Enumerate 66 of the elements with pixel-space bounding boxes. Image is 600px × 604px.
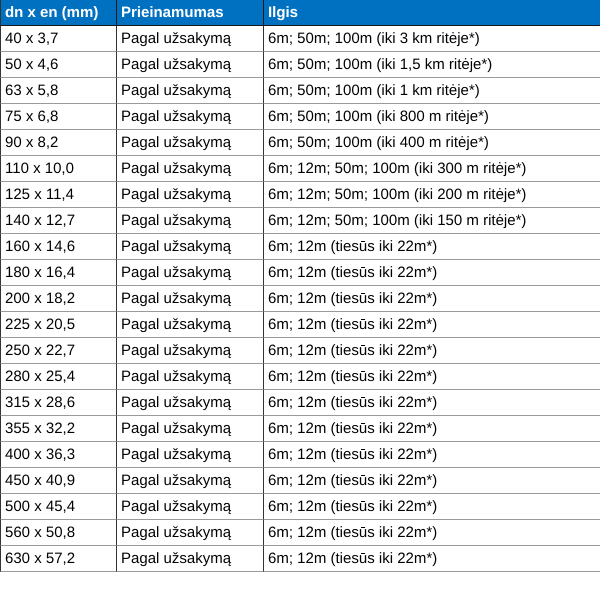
table-cell: 6m; 50m; 100m (iki 800 m ritėje*) bbox=[264, 104, 600, 130]
table-cell: Pagal užsakymą bbox=[117, 338, 264, 364]
table-cell: Pagal užsakymą bbox=[117, 442, 264, 468]
table-cell: 6m; 12m (tiesūs iki 22m*) bbox=[264, 442, 600, 468]
table-cell: 6m; 12m (tiesūs iki 22m*) bbox=[264, 416, 600, 442]
table-cell: 6m; 50m; 100m (iki 3 km ritėje*) bbox=[264, 26, 600, 52]
column-header: Prieinamumas bbox=[117, 0, 264, 26]
table-cell: 6m; 12m (tiesūs iki 22m*) bbox=[264, 286, 600, 312]
table-cell: Pagal užsakymą bbox=[117, 416, 264, 442]
table-cell: 6m; 12m (tiesūs iki 22m*) bbox=[264, 234, 600, 260]
table-cell: Pagal užsakymą bbox=[117, 234, 264, 260]
table-cell: 6m; 50m; 100m (iki 1 km ritėje*) bbox=[264, 78, 600, 104]
table-cell: 6m; 12m (tiesūs iki 22m*) bbox=[264, 312, 600, 338]
table-cell: Pagal užsakymą bbox=[117, 260, 264, 286]
table-cell: 140 x 12,7 bbox=[0, 208, 117, 234]
table-cell: 6m; 50m; 100m (iki 1,5 km ritėje*) bbox=[264, 52, 600, 78]
table-cell: 450 x 40,9 bbox=[0, 468, 117, 494]
table-cell: Pagal užsakymą bbox=[117, 52, 264, 78]
table-cell: 6m; 12m (tiesūs iki 22m*) bbox=[264, 260, 600, 286]
table-cell: 6m; 50m; 100m (iki 400 m ritėje*) bbox=[264, 130, 600, 156]
table-cell: 630 x 57,2 bbox=[0, 546, 117, 572]
table-cell: 6m; 12m (tiesūs iki 22m*) bbox=[264, 520, 600, 546]
table-cell: 110 x 10,0 bbox=[0, 156, 117, 182]
table-cell: Pagal užsakymą bbox=[117, 520, 264, 546]
table-cell: 63 x 5,8 bbox=[0, 78, 117, 104]
table-cell: 6m; 12m (tiesūs iki 22m*) bbox=[264, 468, 600, 494]
table-cell: Pagal užsakymą bbox=[117, 494, 264, 520]
table-cell: 6m; 12m; 50m; 100m (iki 300 m ritėje*) bbox=[264, 156, 600, 182]
table-cell: 160 x 14,6 bbox=[0, 234, 117, 260]
table-cell: Pagal užsakymą bbox=[117, 468, 264, 494]
table-cell: 280 x 25,4 bbox=[0, 364, 117, 390]
table-cell: Pagal užsakymą bbox=[117, 78, 264, 104]
table-cell: 50 x 4,6 bbox=[0, 52, 117, 78]
table-cell: 6m; 12m (tiesūs iki 22m*) bbox=[264, 546, 600, 572]
table-cell: 180 x 16,4 bbox=[0, 260, 117, 286]
table-cell: 6m; 12m; 50m; 100m (iki 200 m ritėje*) bbox=[264, 182, 600, 208]
table-cell: 90 x 8,2 bbox=[0, 130, 117, 156]
table-cell: 6m; 12m (tiesūs iki 22m*) bbox=[264, 364, 600, 390]
table-cell: Pagal užsakymą bbox=[117, 208, 264, 234]
table-cell: Pagal užsakymą bbox=[117, 26, 264, 52]
table-cell: 500 x 45,4 bbox=[0, 494, 117, 520]
table-cell: Pagal užsakymą bbox=[117, 104, 264, 130]
table-cell: Pagal užsakymą bbox=[117, 364, 264, 390]
table-cell: Pagal užsakymą bbox=[117, 390, 264, 416]
table-cell: 75 x 6,8 bbox=[0, 104, 117, 130]
table-cell: 400 x 36,3 bbox=[0, 442, 117, 468]
column-header: dn x en (mm) bbox=[0, 0, 117, 26]
table-cell: 6m; 12m (tiesūs iki 22m*) bbox=[264, 338, 600, 364]
table-cell: Pagal užsakymą bbox=[117, 182, 264, 208]
table-cell: 200 x 18,2 bbox=[0, 286, 117, 312]
table-cell: 6m; 12m; 50m; 100m (iki 150 m ritėje*) bbox=[264, 208, 600, 234]
column-header: Ilgis bbox=[264, 0, 600, 26]
table-cell: 355 x 32,2 bbox=[0, 416, 117, 442]
table-cell: 315 x 28,6 bbox=[0, 390, 117, 416]
table-cell: 6m; 12m (tiesūs iki 22m*) bbox=[264, 390, 600, 416]
table-cell: 250 x 22,7 bbox=[0, 338, 117, 364]
table-cell: Pagal užsakymą bbox=[117, 312, 264, 338]
table-cell: 6m; 12m (tiesūs iki 22m*) bbox=[264, 494, 600, 520]
table-cell: 40 x 3,7 bbox=[0, 26, 117, 52]
table-cell: 125 x 11,4 bbox=[0, 182, 117, 208]
table-cell: Pagal užsakymą bbox=[117, 156, 264, 182]
table-cell: 560 x 50,8 bbox=[0, 520, 117, 546]
table-cell: Pagal užsakymą bbox=[117, 546, 264, 572]
table-cell: Pagal užsakymą bbox=[117, 130, 264, 156]
table-cell: 225 x 20,5 bbox=[0, 312, 117, 338]
table-cell: Pagal užsakymą bbox=[117, 286, 264, 312]
